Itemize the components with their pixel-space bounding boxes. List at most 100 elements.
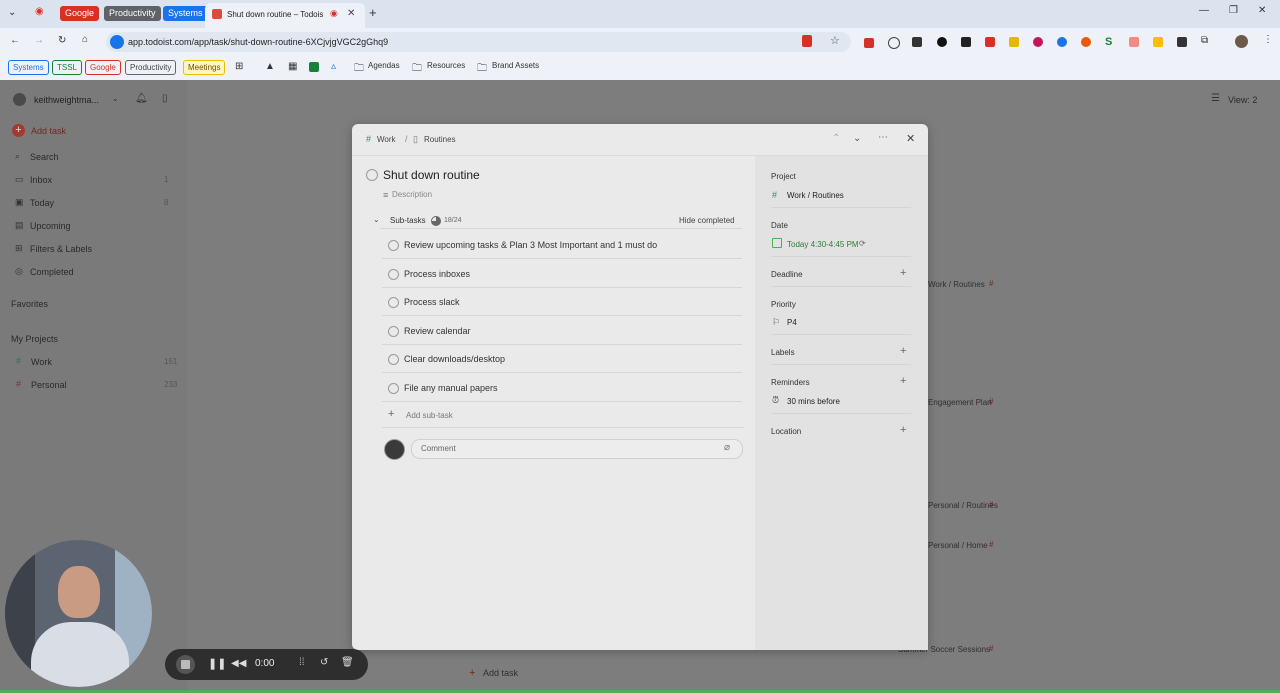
delete-trash-icon[interactable]: 🗑︎	[341, 657, 354, 668]
subtask-title[interactable]: Process slack	[404, 297, 460, 307]
subtask-checkbox[interactable]	[388, 297, 399, 308]
subtasks-label[interactable]: Sub-tasks	[390, 216, 426, 225]
bookmark-tssl[interactable]: TSSL	[52, 60, 83, 75]
favorites-heading[interactable]: Favorites	[11, 299, 48, 309]
extension-blue-icon[interactable]	[1057, 37, 1067, 47]
forward-icon[interactable]: →	[34, 35, 44, 46]
bookmark-productivity[interactable]: Productivity	[125, 60, 177, 75]
subtask-title[interactable]: Clear downloads/desktop	[404, 354, 505, 364]
more-options-icon[interactable]: ⋯	[878, 132, 888, 143]
bookmark-calendar-icon[interactable]: ▦	[288, 61, 297, 72]
bg-add-task[interactable]: Add task	[483, 668, 518, 678]
view-options-icon[interactable]: ☰	[1211, 93, 1220, 104]
sidebar-add-task[interactable]: Add task	[31, 126, 66, 136]
hide-completed-button[interactable]: Hide completed	[679, 216, 735, 225]
bg-add-task-plus-icon[interactable]: +	[469, 667, 475, 679]
next-task-icon[interactable]: ⌄	[853, 133, 861, 144]
tab-group-google[interactable]: Google	[60, 6, 100, 21]
extension-grid-icon[interactable]	[1129, 37, 1139, 47]
webcam-overlay[interactable]	[5, 540, 152, 687]
sidebar-project-work[interactable]: Work	[31, 357, 52, 367]
reminder-value[interactable]: 30 mins before	[787, 397, 840, 406]
bookmark-sheets-icon[interactable]	[309, 62, 319, 72]
tab-group-systems[interactable]: Systems	[163, 6, 208, 21]
sidebar-item-inbox[interactable]: Inbox	[30, 175, 52, 185]
add-location-plus-icon[interactable]: +	[900, 424, 906, 436]
bookmark-folder-agendas[interactable]: Agendas	[368, 61, 400, 70]
bookmark-google[interactable]: Google	[85, 60, 121, 75]
record-icon[interactable]: ◉	[35, 6, 44, 17]
site-info-icon[interactable]	[110, 35, 124, 49]
toggle-sidebar-icon[interactable]: ▯	[162, 93, 168, 104]
drag-handle-icon[interactable]: ⁞⁞	[299, 657, 305, 668]
extension-r-icon[interactable]	[1009, 37, 1019, 47]
project-property-value[interactable]: Work / Routines	[787, 191, 844, 200]
bookmark-school-icon[interactable]: ▲	[265, 61, 275, 72]
priority-property-value[interactable]: P4	[787, 318, 797, 327]
extension-chrome-icon[interactable]	[888, 37, 900, 49]
add-task-plus-icon[interactable]: +	[12, 124, 25, 137]
tab-search-icon[interactable]: ⌄	[8, 7, 16, 18]
extension-s-icon[interactable]: S	[1105, 36, 1112, 48]
my-projects-heading[interactable]: My Projects	[11, 334, 58, 344]
subtask-checkbox[interactable]	[388, 269, 399, 280]
add-deadline-plus-icon[interactable]: +	[900, 267, 906, 279]
rewind-icon[interactable]: ◀◀	[231, 658, 246, 669]
subtask-checkbox[interactable]	[388, 354, 399, 365]
extension-red-icon[interactable]	[985, 37, 995, 47]
profile-avatar-icon[interactable]	[1235, 35, 1248, 48]
extension-todoist-icon[interactable]	[864, 38, 874, 48]
reminders-property-label[interactable]: Reminders	[771, 378, 810, 387]
extension-clock-icon[interactable]	[937, 37, 947, 47]
account-avatar[interactable]	[13, 93, 26, 106]
extension-pink-icon[interactable]	[1033, 37, 1043, 47]
comment-input[interactable]: Comment ⌀	[411, 439, 743, 459]
tab-close-icon[interactable]: ✕	[347, 8, 355, 19]
subtask-checkbox[interactable]	[388, 326, 399, 337]
collapse-subtasks-chevron-icon[interactable]: ⌄	[373, 215, 380, 224]
date-property-value[interactable]: Today 4:30-4:45 PM	[787, 240, 859, 249]
extension-yellow-icon[interactable]	[1153, 37, 1163, 47]
sidebar-project-personal[interactable]: Personal	[31, 380, 67, 390]
extension-icon[interactable]	[802, 35, 812, 47]
restart-icon[interactable]: ↺	[320, 657, 328, 668]
sidebar-item-completed[interactable]: Completed	[30, 267, 74, 277]
sidebar-item-search[interactable]: Search	[30, 152, 59, 162]
subtask-title[interactable]: File any manual papers	[404, 383, 498, 393]
attachment-paperclip-icon[interactable]: ⌀	[724, 442, 730, 453]
address-bar[interactable]: app.todoist.com/app/task/shut-down-routi…	[106, 32, 851, 52]
pause-icon[interactable]: ❚❚	[208, 657, 226, 670]
subtask-checkbox[interactable]	[388, 383, 399, 394]
sidebar-item-today[interactable]: Today	[30, 198, 54, 208]
view-button[interactable]: View: 2	[1228, 95, 1257, 105]
chrome-menu-icon[interactable]: ⋮	[1263, 34, 1273, 45]
reload-icon[interactable]: ↻	[58, 35, 66, 46]
bookmark-meetings[interactable]: Meetings	[183, 60, 226, 75]
new-tab-icon[interactable]: +	[369, 5, 377, 20]
sidebar-item-upcoming[interactable]: Upcoming	[30, 221, 71, 231]
bookmark-folder-resources[interactable]: Resources	[427, 61, 465, 70]
description-field[interactable]: Description	[392, 190, 432, 199]
close-modal-icon[interactable]: ✕	[906, 132, 915, 145]
add-reminder-plus-icon[interactable]: +	[900, 375, 906, 387]
bookmark-drive-icon[interactable]: ▵	[331, 61, 336, 72]
sidebar-item-filters[interactable]: Filters & Labels	[30, 244, 92, 254]
complete-task-checkbox[interactable]	[366, 169, 378, 181]
subtask-title[interactable]: Process inboxes	[404, 269, 470, 279]
task-title[interactable]: Shut down routine	[383, 168, 480, 182]
apps-grid-icon[interactable]: ⊞	[235, 61, 243, 72]
labels-property-label[interactable]: Labels	[771, 348, 795, 357]
bookmark-star-icon[interactable]: ☆	[830, 34, 840, 47]
breadcrumb-section[interactable]: Routines	[424, 135, 456, 144]
account-name[interactable]: keithweightma...	[34, 95, 99, 105]
bookmark-folder-brand-assets[interactable]: Brand Assets	[492, 61, 539, 70]
breadcrumb-project[interactable]: Work	[377, 135, 396, 144]
minimize-icon[interactable]: —	[1199, 5, 1209, 16]
extension-script-icon[interactable]	[961, 37, 971, 47]
active-tab[interactable]: Shut down routine – Todois ◉ ✕	[205, 3, 365, 28]
notifications-bell-icon[interactable]: 🔔︎	[135, 93, 148, 104]
bookmark-systems[interactable]: Systems	[8, 60, 49, 75]
previous-task-icon[interactable]: ⌃	[832, 133, 840, 144]
extension-dark-r-icon[interactable]	[1177, 37, 1187, 47]
location-property-label[interactable]: Location	[771, 427, 801, 436]
